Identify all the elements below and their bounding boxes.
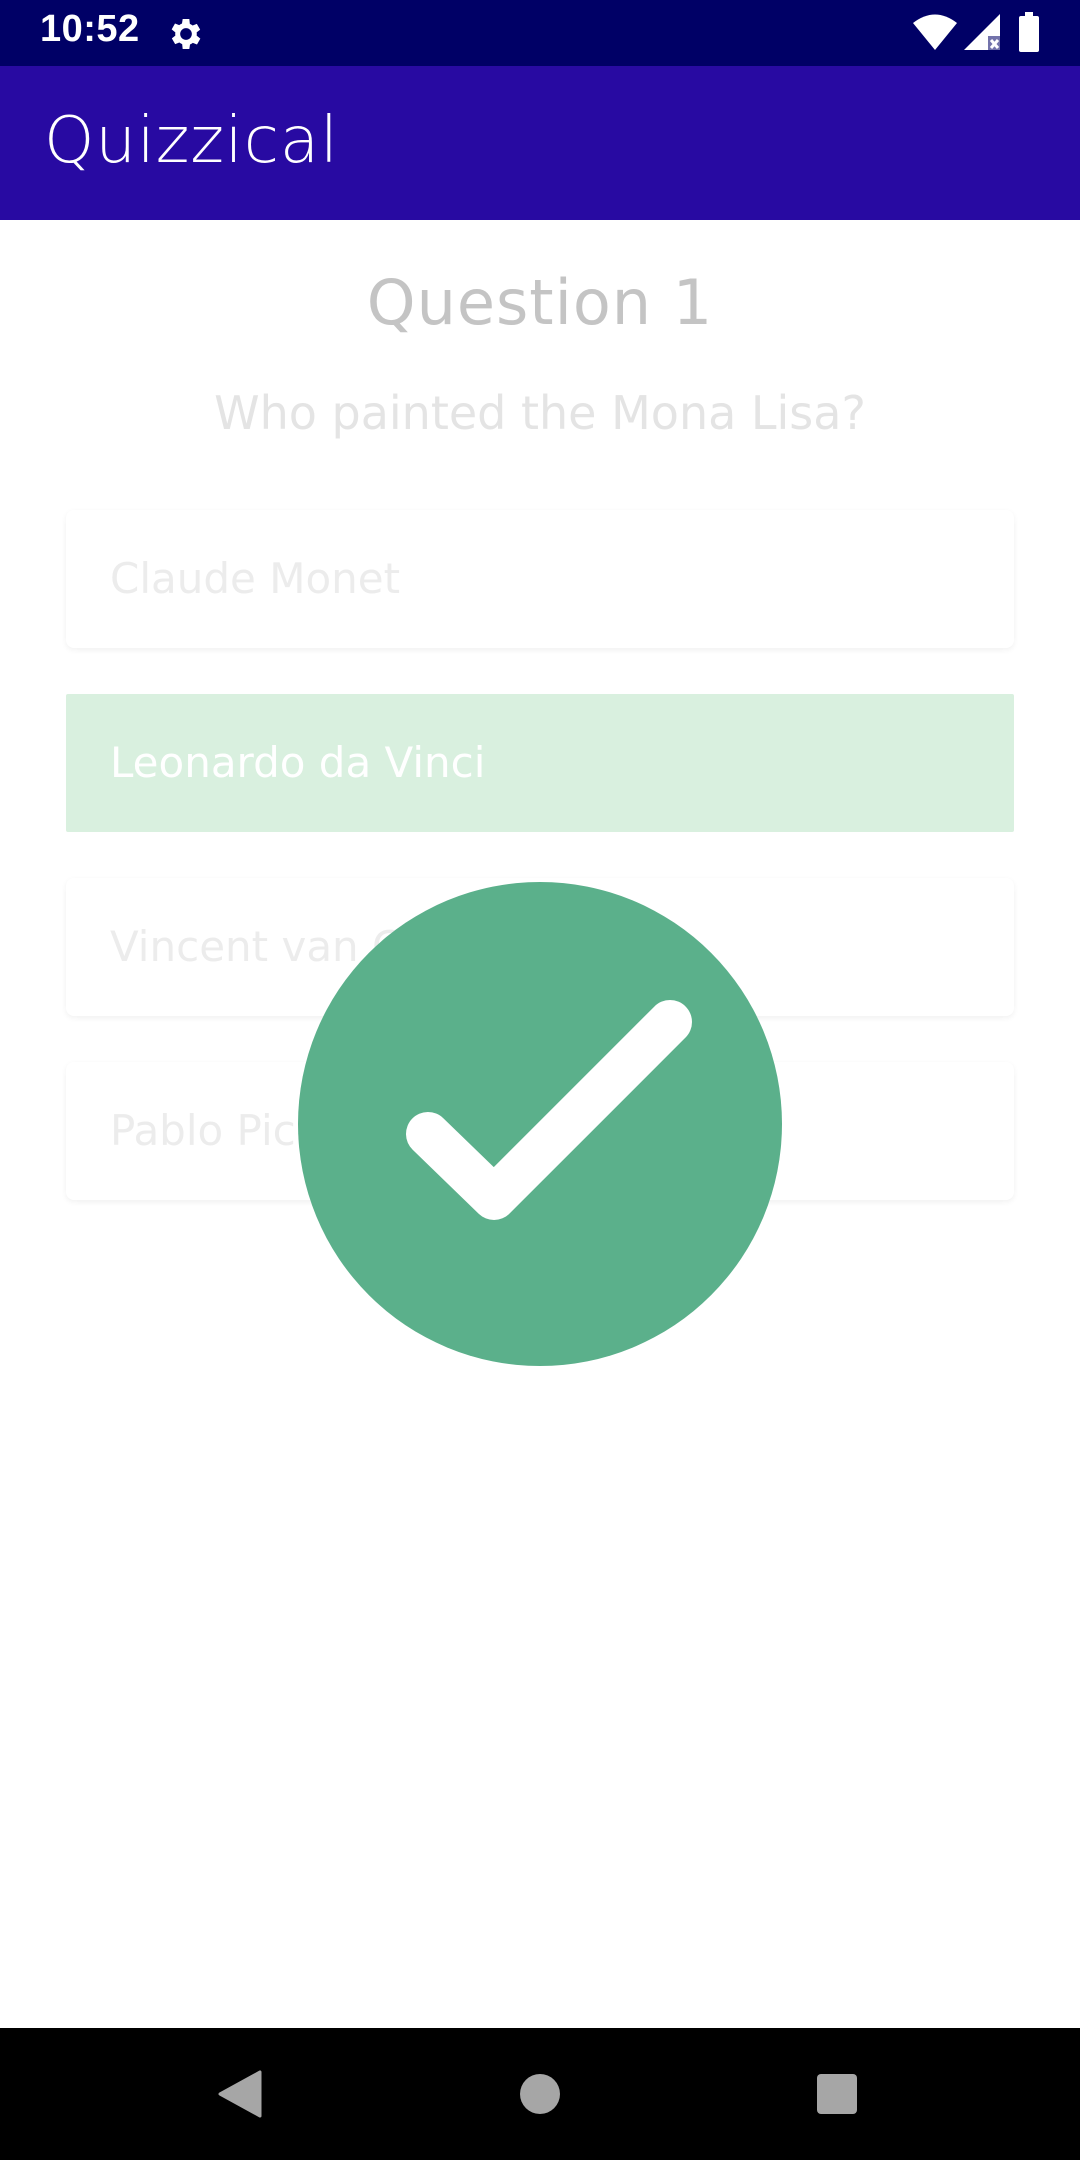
back-icon[interactable] <box>218 2070 262 2118</box>
gear-icon <box>171 19 201 49</box>
checkmark-icon <box>406 1000 692 1220</box>
home-icon[interactable] <box>520 2074 560 2114</box>
answer-label: Leonardo da Vinci <box>110 738 486 787</box>
battery-icon <box>1019 12 1039 52</box>
system-nav-bar <box>0 2028 1080 2160</box>
status-bar: 10:52 <box>0 0 1080 66</box>
answer-option[interactable]: Claude Monet <box>66 510 1014 648</box>
app-title: Quizzical <box>44 104 339 178</box>
wifi-icon <box>913 14 957 50</box>
status-time: 10:52 <box>40 8 140 50</box>
app-bar: Quizzical <box>0 66 1080 220</box>
cell-signal-icon <box>964 14 1000 50</box>
question-text: Who painted the Mona Lisa? <box>214 386 866 440</box>
correct-result-badge <box>298 882 782 1366</box>
recents-icon[interactable] <box>817 2074 857 2114</box>
answer-label: Claude Monet <box>110 554 401 603</box>
answer-option-correct[interactable]: Leonardo da Vinci <box>66 694 1014 832</box>
question-number: Question 1 <box>366 266 714 339</box>
